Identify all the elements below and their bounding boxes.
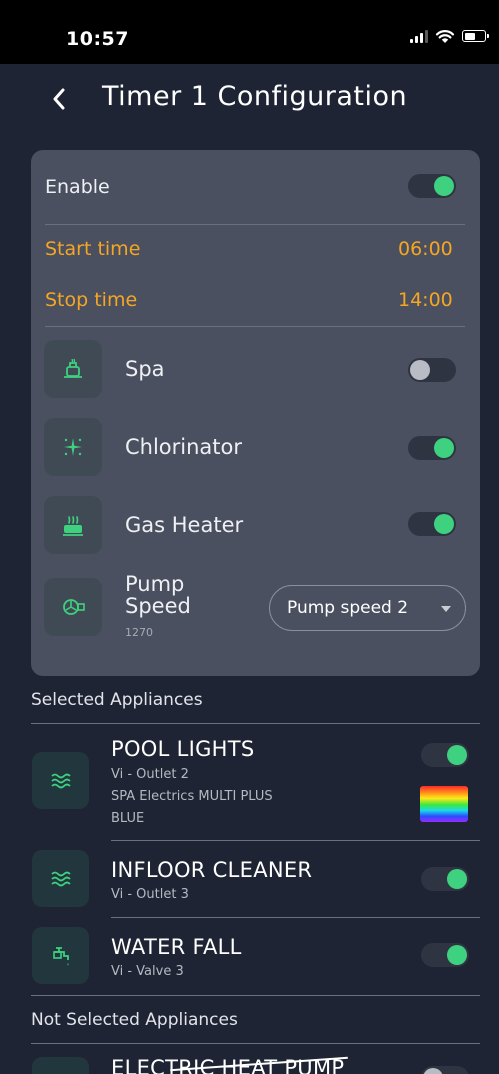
spa-icon bbox=[64, 358, 82, 378]
pump-label-line2: Speed bbox=[125, 594, 191, 618]
sparkle-icon bbox=[64, 438, 82, 456]
appliance-name: WATER FALL bbox=[111, 935, 242, 959]
signal-icon bbox=[410, 29, 428, 43]
enable-toggle[interactable] bbox=[408, 174, 456, 198]
chevron-left-icon bbox=[53, 88, 65, 110]
status-bar: 10:57 bbox=[0, 0, 499, 64]
chlorinator-toggle[interactable] bbox=[408, 436, 456, 460]
pump-speed-selected: Pump speed 2 bbox=[287, 598, 409, 618]
color-swatch[interactable] bbox=[420, 786, 468, 822]
gas-heater-toggle[interactable] bbox=[408, 512, 456, 536]
pump-tile bbox=[44, 578, 102, 636]
divider bbox=[111, 840, 480, 841]
pump-label-line1: Pump bbox=[125, 572, 185, 596]
divider bbox=[31, 723, 480, 724]
spa-toggle[interactable] bbox=[408, 358, 456, 382]
gas-heater-tile bbox=[44, 496, 102, 554]
divider bbox=[31, 995, 480, 996]
pump-speed-value: 1270 bbox=[125, 626, 153, 639]
pool-lights-toggle[interactable] bbox=[421, 743, 469, 767]
water-fall-toggle[interactable] bbox=[421, 943, 469, 967]
appliance-name: POOL LIGHTS bbox=[111, 737, 255, 761]
header: Timer 1 Configuration bbox=[0, 64, 499, 134]
stop-time-label: Stop time bbox=[45, 289, 138, 311]
enable-label: Enable bbox=[45, 176, 110, 198]
wifi-icon bbox=[435, 30, 455, 43]
chlorinator-tile bbox=[44, 418, 102, 476]
water-fall-tile bbox=[32, 927, 89, 984]
battery-icon bbox=[462, 30, 489, 42]
chevron-down-icon bbox=[441, 606, 451, 612]
back-button[interactable] bbox=[44, 82, 74, 116]
faucet-icon bbox=[52, 946, 69, 965]
divider bbox=[45, 224, 465, 225]
feature-label-gas-heater: Gas Heater bbox=[125, 513, 244, 537]
divider bbox=[45, 326, 465, 327]
page-title: Timer 1 Configuration bbox=[102, 81, 408, 112]
appliance-sub: Vi - Outlet 2 bbox=[111, 767, 189, 782]
infloor-cleaner-tile bbox=[32, 850, 89, 907]
status-time: 10:57 bbox=[66, 28, 129, 50]
appliance-sub: Vi - Outlet 3 bbox=[111, 887, 189, 902]
appliance-sub: Vi - Valve 3 bbox=[111, 964, 184, 979]
water-waves-icon bbox=[50, 773, 71, 788]
feature-label-chlorinator: Chlorinator bbox=[125, 435, 243, 459]
not-selected-appliances-title: Not Selected Appliances bbox=[31, 1010, 238, 1030]
appliance-extra: BLUE bbox=[111, 811, 145, 826]
stop-time-value[interactable]: 14:00 bbox=[398, 289, 453, 311]
infloor-cleaner-toggle[interactable] bbox=[421, 867, 469, 891]
start-time-label: Start time bbox=[45, 238, 141, 260]
pool-lights-tile bbox=[32, 752, 89, 809]
selected-appliances-title: Selected Appliances bbox=[31, 690, 203, 710]
spa-tile bbox=[44, 340, 102, 398]
pump-speed-select[interactable]: Pump speed 2 bbox=[269, 585, 466, 631]
heater-icon bbox=[63, 516, 83, 536]
start-time-value[interactable]: 06:00 bbox=[398, 238, 453, 260]
water-waves-icon bbox=[50, 871, 71, 886]
feature-label-spa: Spa bbox=[125, 357, 165, 381]
status-icons bbox=[410, 28, 489, 44]
appliance-name: INFLOOR CLEANER bbox=[111, 858, 313, 882]
divider bbox=[111, 917, 480, 918]
electric-heat-pump-tile bbox=[32, 1057, 89, 1074]
appliance-extra: SPA Electrics MULTI PLUS bbox=[111, 789, 273, 804]
timer-config-card: Enable Start time 06:00 Stop time 14:00 … bbox=[31, 150, 480, 676]
electric-heat-pump-toggle[interactable] bbox=[421, 1066, 469, 1074]
divider bbox=[31, 1043, 480, 1044]
pump-icon bbox=[63, 599, 85, 615]
